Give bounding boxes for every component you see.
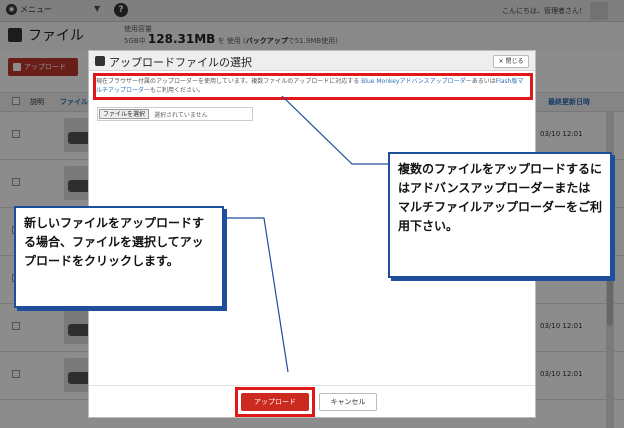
notice-highlight-box — [93, 73, 533, 100]
dialog-title: アップロードファイルの選択 — [109, 56, 252, 69]
callout-new-upload: 新しいファイルをアップロードする場合、ファイルを選択してアップロードをクリックし… — [14, 206, 224, 308]
dialog-header: アップロードファイルの選択 ✕ 閉じる — [89, 51, 535, 71]
dialog-upload-button[interactable]: アップロード — [241, 393, 309, 411]
callout-multi-upload: 複数のファイルをアップロードするにはアドバンスアップローダーまたはマルチファイル… — [388, 152, 612, 278]
file-input[interactable]: ファイルを選択 選択されていません — [97, 107, 253, 121]
cancel-button[interactable]: キャンセル — [319, 393, 377, 411]
choose-file-button[interactable]: ファイルを選択 — [99, 109, 150, 119]
file-status-text: 選択されていません — [154, 112, 208, 119]
close-label: 閉じる — [505, 58, 524, 65]
file-cabinet-icon — [95, 56, 105, 66]
close-button[interactable]: ✕ 閉じる — [493, 55, 529, 68]
footer-divider — [89, 385, 535, 386]
